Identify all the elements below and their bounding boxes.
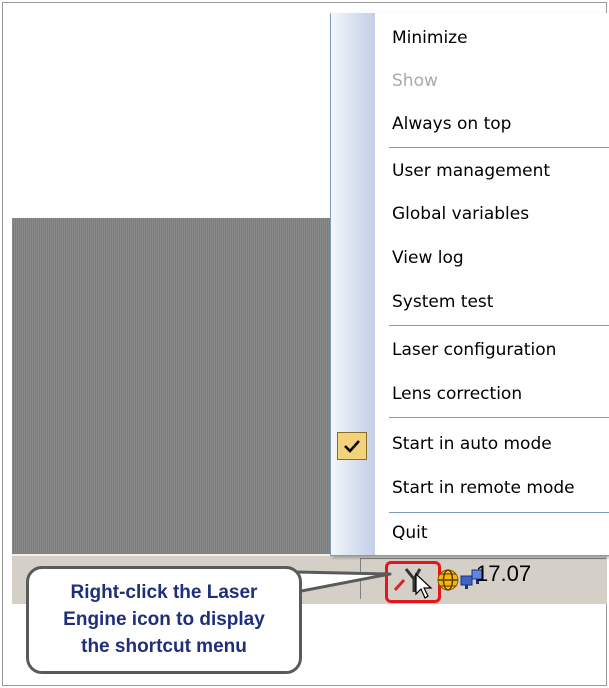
menu-item-label: View log: [392, 248, 464, 268]
menu-item-always-on-top[interactable]: Always on top: [331, 107, 609, 145]
callout-text: Right-click the Laser Engine icon to dis…: [29, 579, 299, 660]
menu-separator: [389, 417, 609, 418]
taskbar-clock[interactable]: 17.07: [476, 561, 531, 587]
menu-item-minimize[interactable]: Minimize: [331, 21, 609, 59]
menu-item-label: Start in remote mode: [392, 478, 575, 498]
checkmark-icon: [337, 432, 367, 460]
tray-context-menu: Minimize Show Always on top User managem…: [330, 13, 609, 556]
menu-item-label: System test: [392, 292, 494, 312]
menu-item-view-log[interactable]: View log: [331, 241, 609, 279]
menu-item-laser-configuration[interactable]: Laser configuration: [331, 333, 609, 371]
menu-item-label: Start in auto mode: [392, 434, 552, 454]
instruction-callout: Right-click the Laser Engine icon to dis…: [26, 566, 302, 674]
menu-item-system-test[interactable]: System test: [331, 285, 609, 323]
menu-item-start-in-remote-mode[interactable]: Start in remote mode: [331, 471, 609, 509]
desktop-background: [12, 218, 362, 554]
callout-line: the shortcut menu: [81, 636, 247, 657]
callout-line: Right-click the Laser: [70, 582, 258, 603]
menu-item-label: Always on top: [392, 114, 512, 134]
menu-item-label: Quit: [392, 523, 428, 543]
menu-item-user-management[interactable]: User management: [331, 154, 609, 192]
menu-separator: [389, 147, 609, 148]
menu-item-label: Lens correction: [392, 384, 523, 404]
callout-line: Engine icon to display: [63, 609, 265, 630]
menu-separator: [389, 325, 609, 326]
menu-item-lens-correction[interactable]: Lens correction: [331, 377, 609, 415]
menu-item-label: Show: [392, 71, 438, 91]
menu-item-show: Show: [331, 64, 609, 102]
menu-item-quit[interactable]: Quit: [331, 516, 609, 554]
callout-leader-arrow: [296, 570, 392, 594]
menu-item-global-variables[interactable]: Global variables: [331, 197, 609, 235]
menu-item-label: Laser configuration: [392, 340, 557, 360]
menu-item-label: Minimize: [392, 28, 468, 48]
menu-item-label: Global variables: [392, 204, 530, 224]
menu-separator: [389, 512, 609, 513]
menu-item-label: User management: [392, 161, 551, 181]
menu-item-start-in-auto-mode[interactable]: Start in auto mode: [331, 427, 609, 465]
